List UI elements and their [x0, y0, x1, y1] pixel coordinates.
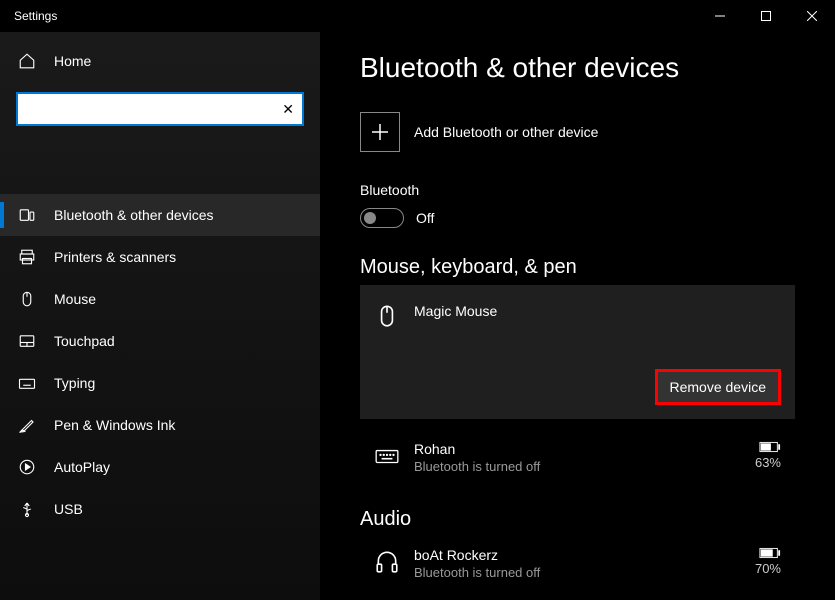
nav-label: Typing: [54, 375, 95, 391]
sidebar-item-mouse[interactable]: Mouse: [0, 278, 320, 320]
bluetooth-label: Bluetooth: [360, 182, 795, 198]
window-controls: [697, 0, 835, 32]
keyboard-icon: [18, 374, 36, 392]
headphones-icon: [374, 549, 400, 575]
main-panel: Bluetooth & other devices Add Bluetooth …: [320, 32, 835, 600]
sidebar-home[interactable]: Home: [0, 42, 320, 80]
autoplay-icon: [18, 458, 36, 476]
printer-icon: [18, 248, 36, 266]
nav-label: Touchpad: [54, 333, 115, 349]
device-status: Bluetooth is turned off: [414, 565, 755, 580]
battery-icon: [759, 441, 781, 453]
device-row-keyboard[interactable]: Rohan Bluetooth is turned off 63%: [360, 431, 795, 484]
device-name: boAt Rockerz: [414, 547, 755, 563]
usb-icon: [18, 500, 36, 518]
nav-label: Bluetooth & other devices: [54, 207, 214, 223]
pen-icon: [18, 416, 36, 434]
sidebar-item-usb[interactable]: USB: [0, 488, 320, 530]
plus-icon: [360, 112, 400, 152]
keyboard-icon: [374, 443, 400, 469]
bluetooth-state: Off: [416, 210, 434, 226]
touchpad-icon: [18, 332, 36, 350]
sidebar-item-bluetooth[interactable]: Bluetooth & other devices: [0, 194, 320, 236]
device-row-audio[interactable]: boAt Rockerz Bluetooth is turned off 70%: [360, 537, 795, 590]
titlebar: Settings: [0, 0, 835, 32]
devices-icon: [18, 206, 36, 224]
nav-label: Mouse: [54, 291, 96, 307]
add-device-button[interactable]: Add Bluetooth or other device: [360, 112, 795, 152]
window-title: Settings: [14, 9, 57, 23]
battery-percent: 63%: [755, 455, 781, 470]
device-status: Bluetooth is turned off: [414, 459, 755, 474]
nav-label: AutoPlay: [54, 459, 110, 475]
battery-icon: [759, 547, 781, 559]
mouse-section-header: Mouse, keyboard, & pen: [360, 256, 795, 279]
sidebar-item-touchpad[interactable]: Touchpad: [0, 320, 320, 362]
sidebar-item-typing[interactable]: Typing: [0, 362, 320, 404]
add-device-label: Add Bluetooth or other device: [414, 124, 598, 140]
sidebar-item-printers[interactable]: Printers & scanners: [0, 236, 320, 278]
remove-device-button[interactable]: Remove device: [655, 369, 782, 405]
close-button[interactable]: [789, 0, 835, 32]
mouse-icon: [374, 303, 400, 329]
maximize-button[interactable]: [743, 0, 789, 32]
home-icon: [18, 52, 36, 70]
audio-section-header: Audio: [360, 508, 795, 531]
clear-icon[interactable]: ✕: [282, 101, 294, 118]
sidebar-item-pen[interactable]: Pen & Windows Ink: [0, 404, 320, 446]
device-card-selected[interactable]: Magic Mouse Remove device: [360, 285, 795, 419]
nav-label: Printers & scanners: [54, 249, 176, 265]
device-name: Magic Mouse: [414, 303, 781, 319]
sidebar: Home ✕ Bluetooth & other devices Printer…: [0, 32, 320, 600]
nav-label: Pen & Windows Ink: [54, 417, 175, 433]
nav-label: USB: [54, 501, 83, 517]
mouse-icon: [18, 290, 36, 308]
device-name: Rohan: [414, 441, 755, 457]
sidebar-item-autoplay[interactable]: AutoPlay: [0, 446, 320, 488]
home-label: Home: [54, 53, 91, 69]
search-input[interactable]: [26, 101, 282, 117]
page-title: Bluetooth & other devices: [360, 52, 795, 84]
minimize-button[interactable]: [697, 0, 743, 32]
bluetooth-toggle[interactable]: [360, 208, 404, 228]
battery-percent: 70%: [755, 561, 781, 576]
search-box[interactable]: ✕: [16, 92, 304, 126]
